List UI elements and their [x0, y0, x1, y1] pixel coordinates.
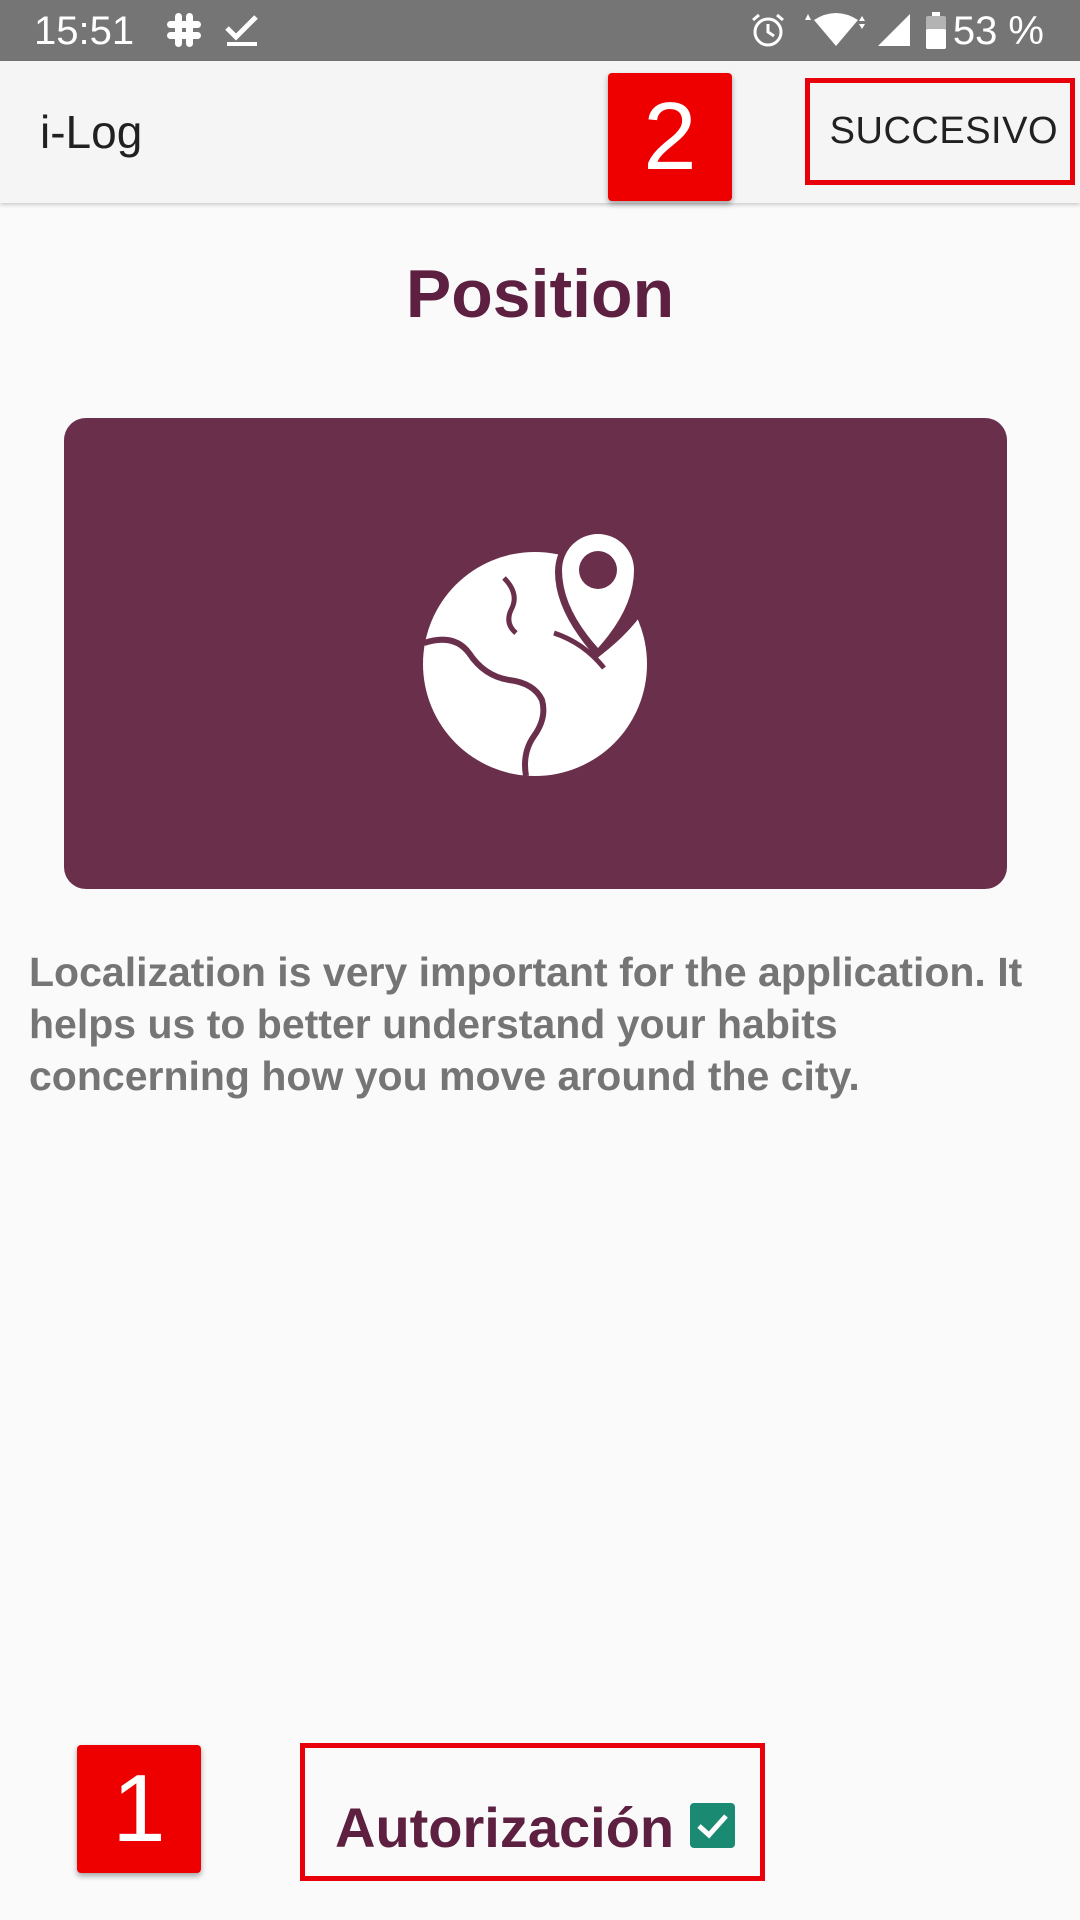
- status-bar: 15:51 53 %: [0, 0, 1080, 61]
- authorization-label: Autorización: [335, 1796, 675, 1859]
- wifi-icon: [805, 13, 865, 46]
- app-title: i-Log: [40, 106, 143, 158]
- description-text: Localization is very important for the a…: [29, 949, 1023, 1099]
- battery-icon: [926, 12, 946, 49]
- page-title: Position: [405, 256, 675, 332]
- status-time: 15:51: [34, 9, 135, 53]
- next-button[interactable]: SUCCESIVO: [805, 78, 1075, 185]
- next-button-label: SUCCESIVO: [829, 110, 1058, 152]
- alarm-icon: [752, 13, 784, 47]
- authorization-toggle[interactable]: Autorización: [300, 1743, 765, 1881]
- hero-card: [64, 418, 1007, 889]
- signal-icon: [878, 14, 910, 46]
- checkmark-icon: [697, 1814, 728, 1839]
- slack-icon: [167, 13, 201, 47]
- authorization-checkbox[interactable]: [690, 1803, 735, 1848]
- annotation-marker-2: 2: [608, 73, 732, 201]
- battery-percentage: 53 %: [952, 9, 1044, 53]
- checkmark-icon: [225, 15, 258, 46]
- globe-location-pin-icon: [423, 521, 658, 777]
- annotation-marker-1: 1: [77, 1745, 201, 1873]
